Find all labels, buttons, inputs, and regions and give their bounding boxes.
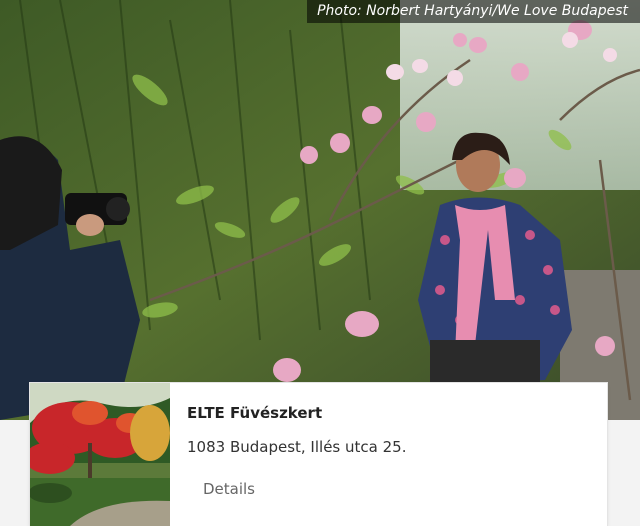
photo-credit: Photo: Norbert Hartyányi/We Love Budapes…: [307, 0, 640, 23]
place-address: 1083 Budapest, Illés utca 25.: [187, 438, 407, 456]
place-thumbnail: [30, 383, 170, 526]
maple-garden-image: [30, 383, 170, 526]
place-card[interactable]: ELTE Füvészkert 1083 Budapest, Illés utc…: [30, 383, 607, 526]
hero-photo: Photo: Norbert Hartyányi/We Love Budapes…: [0, 0, 640, 420]
place-title: ELTE Füvészkert: [187, 404, 323, 422]
hero-garden-image: [0, 0, 640, 420]
details-link[interactable]: Details: [203, 480, 255, 498]
